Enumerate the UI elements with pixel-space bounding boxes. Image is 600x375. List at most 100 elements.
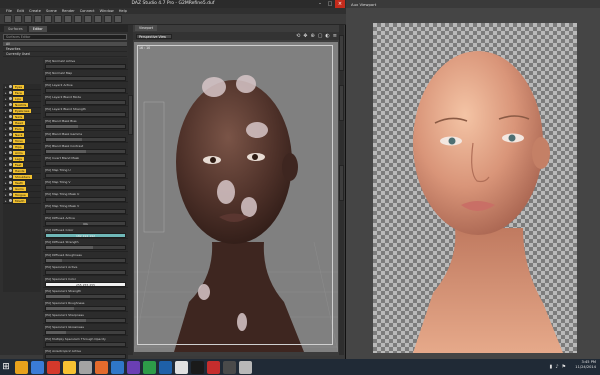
drawstyle-icon[interactable]: ◐	[325, 33, 329, 39]
taskbar-app-icon[interactable]	[143, 360, 156, 374]
parameter-slider[interactable]	[45, 112, 126, 118]
viewport-canvas[interactable]: 16 : 10	[134, 42, 338, 352]
taskbar-app-icon[interactable]	[175, 360, 188, 374]
tab-surfaces[interactable]: Surfaces	[4, 26, 27, 32]
menu-edit[interactable]: Edit	[17, 9, 24, 13]
parameter-slider[interactable]	[45, 317, 126, 323]
undo-icon[interactable]	[34, 15, 42, 23]
open-icon[interactable]	[14, 15, 22, 23]
expand-arrow-icon[interactable]: ▸	[5, 139, 8, 143]
scale-tool-icon[interactable]	[84, 15, 92, 23]
visibility-eye-icon[interactable]	[9, 85, 12, 88]
expand-arrow-icon[interactable]: ▸	[5, 175, 8, 179]
tab-viewport[interactable]: Viewport	[135, 25, 158, 31]
visibility-eye-icon[interactable]	[9, 199, 12, 202]
close-button[interactable]: ×	[335, 0, 345, 8]
parameter-slider[interactable]	[45, 172, 126, 178]
parameter-slider[interactable]: 255 255 255	[45, 281, 126, 287]
parameter-slider[interactable]	[45, 100, 126, 106]
expand-arrow-icon[interactable]: ▸	[5, 187, 8, 191]
menu-render[interactable]: Render	[62, 9, 75, 13]
expand-arrow-icon[interactable]: ▸	[5, 193, 8, 197]
taskbar-app-icon[interactable]	[63, 360, 76, 374]
visibility-eye-icon[interactable]	[9, 121, 12, 124]
expand-arrow-icon[interactable]: ▸	[5, 145, 8, 149]
tab-editor[interactable]: Editor	[28, 26, 47, 32]
pan-icon[interactable]: ✥	[303, 33, 307, 39]
expand-arrow-icon[interactable]: ▸	[5, 157, 8, 161]
parameter-slider[interactable]	[45, 269, 126, 275]
expand-arrow-icon[interactable]: ▸	[5, 121, 8, 125]
orbit-icon[interactable]: ⟲	[296, 33, 300, 39]
parameter-slider[interactable]	[45, 124, 126, 130]
visibility-eye-icon[interactable]	[9, 157, 12, 160]
parameter-slider[interactable]: 182 192 192	[45, 233, 126, 239]
parameter-slider[interactable]	[45, 197, 126, 203]
filter-currently-used[interactable]: Currently Used	[3, 52, 127, 57]
parameter-slider[interactable]	[45, 245, 126, 251]
clock[interactable]: 3:45 PM 11/24/2014	[575, 360, 596, 370]
parameter-slider[interactable]	[45, 293, 126, 299]
menu-connect[interactable]: Connect	[80, 9, 95, 13]
visibility-eye-icon[interactable]	[9, 193, 12, 196]
side-tab-parameters[interactable]	[339, 85, 344, 121]
visibility-eye-icon[interactable]	[9, 181, 12, 184]
taskbar-app-icon[interactable]	[79, 360, 92, 374]
parameter-slider[interactable]	[45, 76, 126, 82]
parameter-slider[interactable]: On	[45, 221, 126, 227]
new-scene-icon[interactable]	[4, 15, 12, 23]
taskbar-app-icon[interactable]	[191, 360, 204, 374]
visibility-eye-icon[interactable]	[9, 109, 12, 112]
camera-select[interactable]: Perspective View	[136, 33, 172, 39]
expand-arrow-icon[interactable]: ▸	[5, 127, 8, 131]
visibility-eye-icon[interactable]	[9, 127, 12, 130]
parameter-slider[interactable]	[45, 184, 126, 190]
parameter-slider[interactable]	[45, 257, 126, 263]
select-tool-icon[interactable]	[54, 15, 62, 23]
taskbar-app-icon[interactable]	[239, 360, 252, 374]
visibility-eye-icon[interactable]	[9, 115, 12, 118]
parameter-slider[interactable]	[45, 136, 126, 142]
surfaces-search-input[interactable]: Surfaces Editor	[3, 34, 127, 40]
visibility-eye-icon[interactable]	[9, 133, 12, 136]
visibility-eye-icon[interactable]	[9, 145, 12, 148]
zoom-icon[interactable]: ⊕	[310, 33, 314, 39]
parameter-slider[interactable]	[45, 305, 126, 311]
surface-tool-icon[interactable]	[94, 15, 102, 23]
taskbar-app-icon[interactable]	[31, 360, 44, 374]
taskbar-app-icon[interactable]	[127, 360, 140, 374]
menu-window[interactable]: Window	[100, 9, 114, 13]
redo-icon[interactable]	[44, 15, 52, 23]
parameter-slider[interactable]	[45, 342, 126, 348]
menu-help[interactable]: Help	[119, 9, 127, 13]
visibility-eye-icon[interactable]	[9, 103, 12, 106]
expand-arrow-icon[interactable]: ▸	[5, 133, 8, 137]
expand-arrow-icon[interactable]: ▸	[5, 97, 8, 101]
expand-arrow-icon[interactable]: ▸	[5, 163, 8, 167]
expand-arrow-icon[interactable]: ▸	[5, 169, 8, 173]
menu-create[interactable]: Create	[29, 9, 41, 13]
taskbar-app-icon[interactable]	[47, 360, 60, 374]
render-icon[interactable]	[114, 15, 122, 23]
expand-arrow-icon[interactable]: ▸	[5, 85, 8, 89]
rotate-tool-icon[interactable]	[74, 15, 82, 23]
expand-arrow-icon[interactable]: ▸	[5, 115, 8, 119]
network-icon[interactable]: ▮	[550, 364, 553, 370]
viewport-menu-icon[interactable]: ≡	[333, 33, 337, 39]
save-icon[interactable]	[24, 15, 32, 23]
taskbar-app-icon[interactable]	[223, 360, 236, 374]
parameter-slider[interactable]	[45, 88, 126, 94]
taskbar-app-icon[interactable]	[159, 360, 172, 374]
visibility-eye-icon[interactable]	[9, 139, 12, 142]
visibility-eye-icon[interactable]	[9, 91, 12, 94]
taskbar-app-icon[interactable]	[15, 360, 28, 374]
tree-item[interactable]: ▸ Mouth	[3, 198, 41, 204]
taskbar-app-icon[interactable]	[207, 360, 220, 374]
visibility-eye-icon[interactable]	[9, 163, 12, 166]
side-tab-scene[interactable]	[339, 35, 344, 71]
expand-arrow-icon[interactable]: ▸	[5, 199, 8, 203]
move-tool-icon[interactable]	[64, 15, 72, 23]
start-button[interactable]: ⊞	[0, 359, 12, 375]
minimize-button[interactable]: –	[315, 0, 325, 8]
side-tab-lights[interactable]	[339, 165, 344, 201]
